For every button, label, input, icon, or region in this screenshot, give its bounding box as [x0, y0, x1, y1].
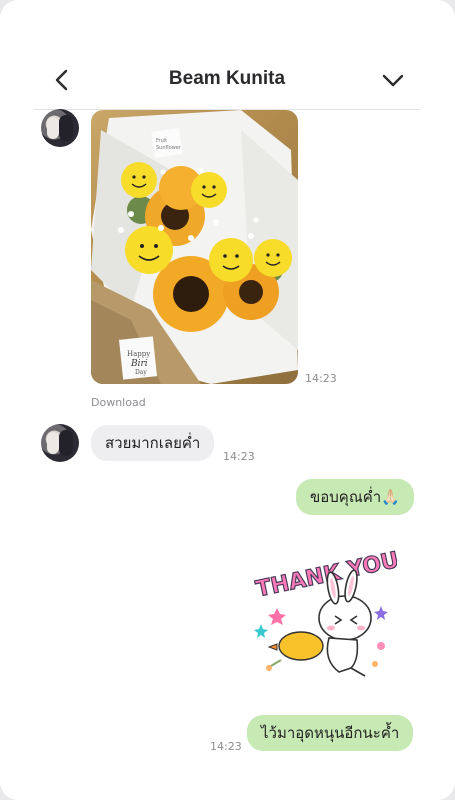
smiley-flower [254, 239, 292, 277]
photo-timestamp: 14:23 [305, 372, 337, 385]
svg-text:Day: Day [135, 369, 147, 376]
smiley-flower [191, 172, 227, 208]
svg-text:Biri: Biri [130, 359, 148, 369]
bunny-sticker-image: THANK YOU! [253, 545, 412, 677]
menu-button[interactable] [378, 66, 408, 94]
sunflower-bouquet-image: Happy Biri Day Fruit Sunflower [91, 110, 298, 384]
sticker-text: THANK YOU! [254, 548, 397, 603]
svg-text:Sunflower: Sunflower [156, 145, 182, 151]
outgoing-message-timestamp: 14:23 [210, 740, 242, 753]
chat-title: Beam Kunita [168, 68, 286, 89]
avatar[interactable] [41, 109, 79, 147]
photo-message[interactable]: Happy Biri Day Fruit Sunflower [91, 110, 298, 384]
smiley-flower [209, 238, 253, 282]
smiley-flower [121, 162, 157, 198]
chat-screen: Beam Kunita Happy Biri Day Fruit Sunflow… [0, 0, 455, 800]
avatar[interactable] [41, 424, 79, 462]
chat-header: Beam Kunita [34, 52, 420, 110]
outgoing-message-bubble[interactable]: ไว้มาอุดหนุนอีกนะค้ำ [247, 715, 414, 751]
incoming-message-timestamp: 14:23 [223, 450, 255, 463]
outgoing-message-bubble[interactable]: ขอบคุณค่ำ🙏🏻 [296, 479, 414, 515]
svg-text:Fruit: Fruit [156, 138, 167, 144]
incoming-message-bubble[interactable]: สวยมากเลยค่ำ [91, 425, 215, 461]
chevron-down-icon [382, 74, 404, 87]
thank-you-sticker[interactable]: THANK YOU! [247, 545, 412, 690]
download-link[interactable]: Download [91, 396, 146, 409]
smiley-flower [125, 226, 173, 274]
card-text: Happy [127, 350, 150, 358]
